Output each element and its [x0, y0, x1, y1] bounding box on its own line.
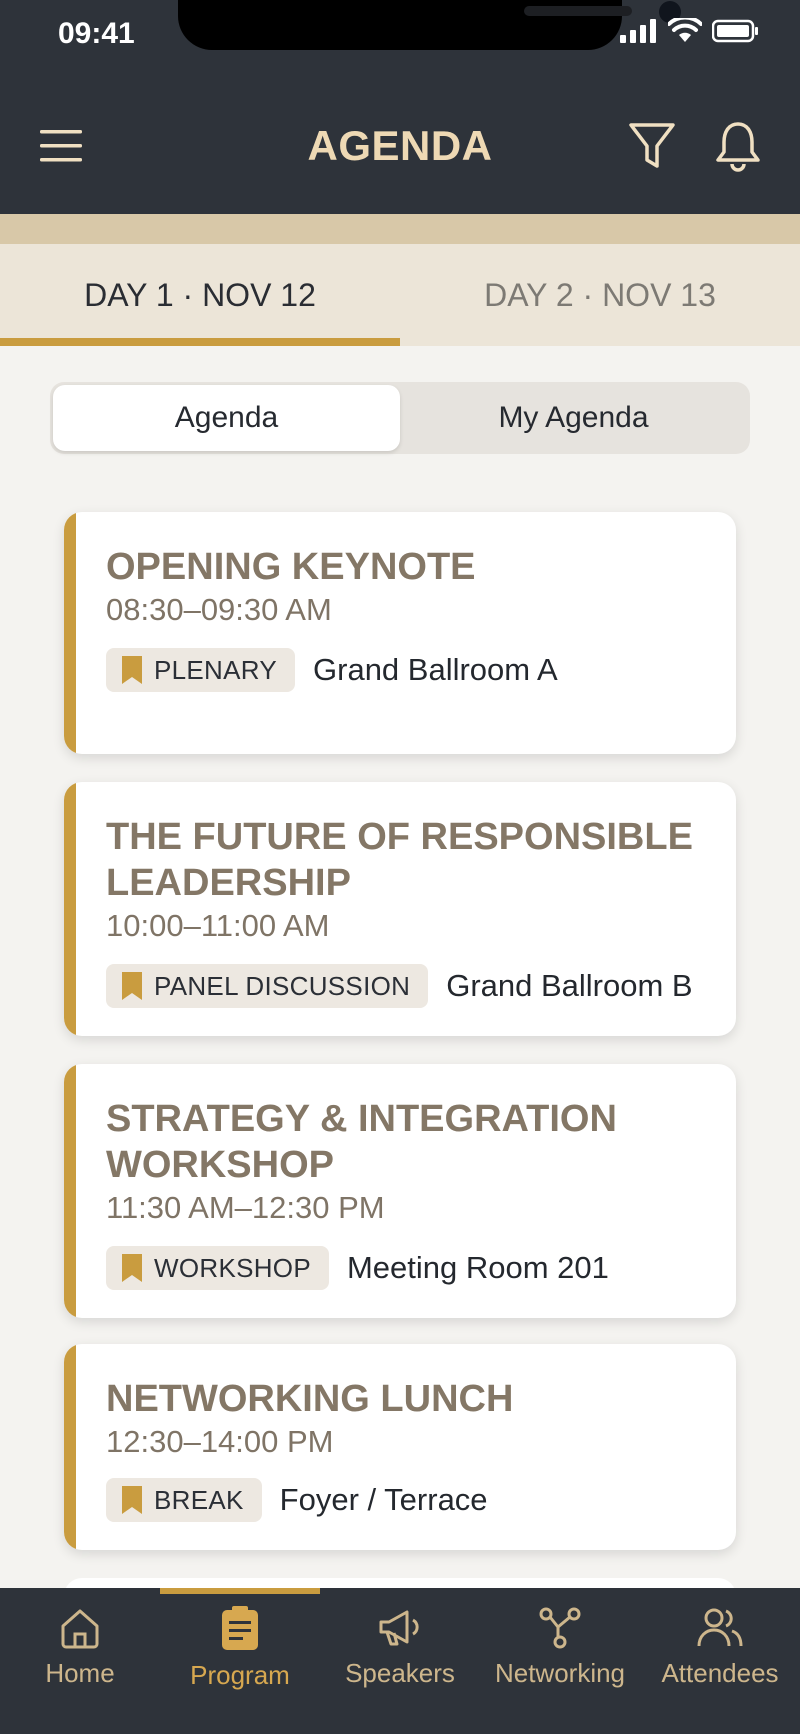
app-screen: 09:41 AGENDA DAY 1 · NOV 12 DAY 2 · NOV …: [0, 0, 800, 1734]
nav-home[interactable]: Home: [0, 1588, 160, 1734]
session-tag: PANEL DISCUSSION: [106, 964, 429, 1008]
top-bar: 09:41 AGENDA: [0, 0, 800, 214]
segment-agenda[interactable]: Agenda: [53, 385, 400, 451]
nav-label: Home: [45, 1658, 115, 1688]
bookmark-icon: [122, 972, 142, 1000]
nav-label: Speakers: [345, 1658, 455, 1688]
session-title: OPENING KEYNOTE: [106, 546, 476, 588]
battery-icon: [712, 19, 758, 43]
network-icon: [539, 1607, 581, 1649]
device-notch: [178, 0, 681, 50]
session-time: 11:30 AM–12:30 PM: [106, 1190, 385, 1225]
session-tag-label: BREAK: [154, 1484, 244, 1515]
session-time: 08:30–09:30 AM: [106, 592, 332, 627]
signal-icon: [620, 19, 656, 43]
session-room: Meeting Room 201: [346, 1250, 609, 1285]
nav-program[interactable]: Program: [160, 1588, 320, 1734]
megaphone-icon: [379, 1610, 419, 1646]
filter-icon[interactable]: [628, 122, 676, 172]
session-tag: PLENARY: [106, 648, 296, 692]
header-band: [0, 214, 800, 244]
session-meta: PANEL DISCUSSION Grand Ballroom B: [106, 964, 693, 1008]
session-room: Grand Ballroom A: [313, 652, 558, 687]
bookmark-icon: [122, 656, 142, 684]
card-accent: [64, 512, 76, 754]
page-title: AGENDA: [307, 122, 493, 169]
nav-label: Program: [190, 1660, 290, 1690]
session-card[interactable]: THE FUTURE OF RESPONSIBLE LEADERSHIP 10:…: [64, 782, 736, 1036]
session-tag-label: WORKSHOP: [154, 1252, 311, 1283]
session-meta: PLENARY Grand Ballroom A: [106, 648, 558, 692]
nav-label: Networking: [494, 1658, 626, 1688]
session-room: Grand Ballroom B: [446, 968, 693, 1003]
home-icon: [61, 1609, 99, 1649]
bell-icon[interactable]: [714, 120, 762, 172]
nav-label: Attendees: [661, 1658, 779, 1688]
card-accent: [64, 782, 76, 1036]
session-card[interactable]: OPENING KEYNOTE 08:30–09:30 AM PLENARY G…: [64, 512, 736, 754]
earpiece: [524, 6, 632, 16]
session-title: STRATEGY & INTEGRATION WORKSHOP: [106, 1098, 617, 1186]
nav-attendees[interactable]: Attendees: [640, 1588, 800, 1734]
session-tag-label: PLENARY: [154, 654, 278, 685]
session-title: THE FUTURE OF RESPONSIBLE LEADERSHIP: [106, 816, 693, 904]
segment-my-agenda[interactable]: My Agenda: [400, 385, 747, 451]
status-icons: [620, 18, 760, 44]
card-accent: [64, 1344, 76, 1550]
clipboard-icon: [222, 1606, 258, 1650]
tab-day-2[interactable]: DAY 2 · NOV 13: [400, 244, 800, 346]
wifi-icon: [668, 18, 702, 42]
day-tabs: DAY 1 · NOV 12 DAY 2 · NOV 13: [0, 244, 800, 346]
session-tag: BREAK: [106, 1478, 262, 1522]
card-accent: [64, 1064, 76, 1318]
session-title: NETWORKING LUNCH: [106, 1378, 514, 1420]
session-meta: WORKSHOP Meeting Room 201: [106, 1246, 609, 1290]
bookmark-icon: [122, 1486, 142, 1514]
session-time: 10:00–11:00 AM: [106, 908, 330, 943]
session-time: 12:30–14:00 PM: [106, 1424, 334, 1459]
session-room: Foyer / Terrace: [279, 1482, 488, 1517]
nav-speakers[interactable]: Speakers: [320, 1588, 480, 1734]
nav-networking[interactable]: Networking: [480, 1588, 640, 1734]
session-meta: BREAK Foyer / Terrace: [106, 1478, 488, 1522]
agenda-toggle: Agenda My Agenda: [50, 382, 750, 454]
bookmark-icon: [122, 1254, 142, 1282]
session-tag: WORKSHOP: [106, 1246, 329, 1290]
bottom-nav: Home Program Speakers Networking Attende…: [0, 1588, 800, 1734]
session-card[interactable]: NETWORKING LUNCH 12:30–14:00 PM BREAK Fo…: [64, 1344, 736, 1550]
session-card[interactable]: STRATEGY & INTEGRATION WORKSHOP 11:30 AM…: [64, 1064, 736, 1318]
tab-day-1[interactable]: DAY 1 · NOV 12: [0, 244, 400, 346]
session-tag-label: PANEL DISCUSSION: [154, 970, 411, 1001]
people-icon: [697, 1608, 743, 1647]
status-time: 09:41: [58, 17, 135, 50]
